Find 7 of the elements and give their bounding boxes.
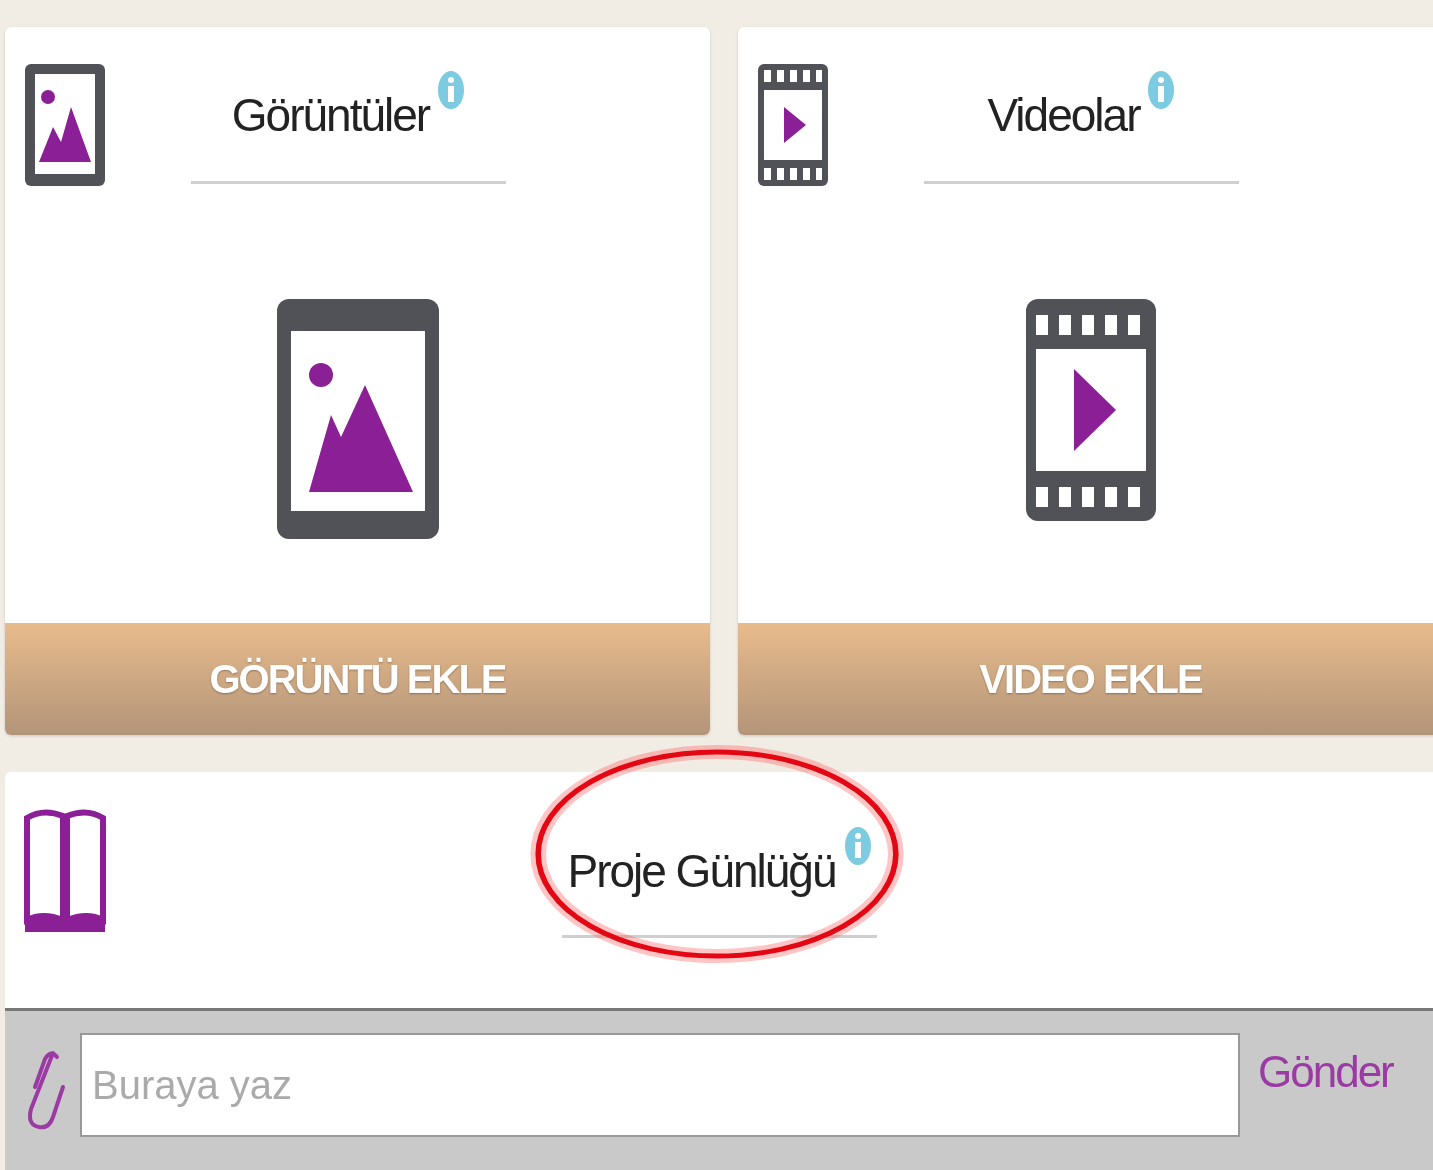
message-field[interactable]: Buraya yaz	[80, 1033, 1240, 1137]
add-button[interactable]: VIDEO EKLE	[738, 623, 1433, 735]
add-button[interactable]: GÖRÜNTÜ EKLE	[5, 623, 710, 735]
send-link[interactable]: Gönder	[1258, 1047, 1393, 1097]
journal-title: Proje Günlüğü	[567, 844, 836, 898]
card-title: Görüntüler	[231, 88, 430, 142]
card-title: Videolar	[987, 88, 1140, 142]
